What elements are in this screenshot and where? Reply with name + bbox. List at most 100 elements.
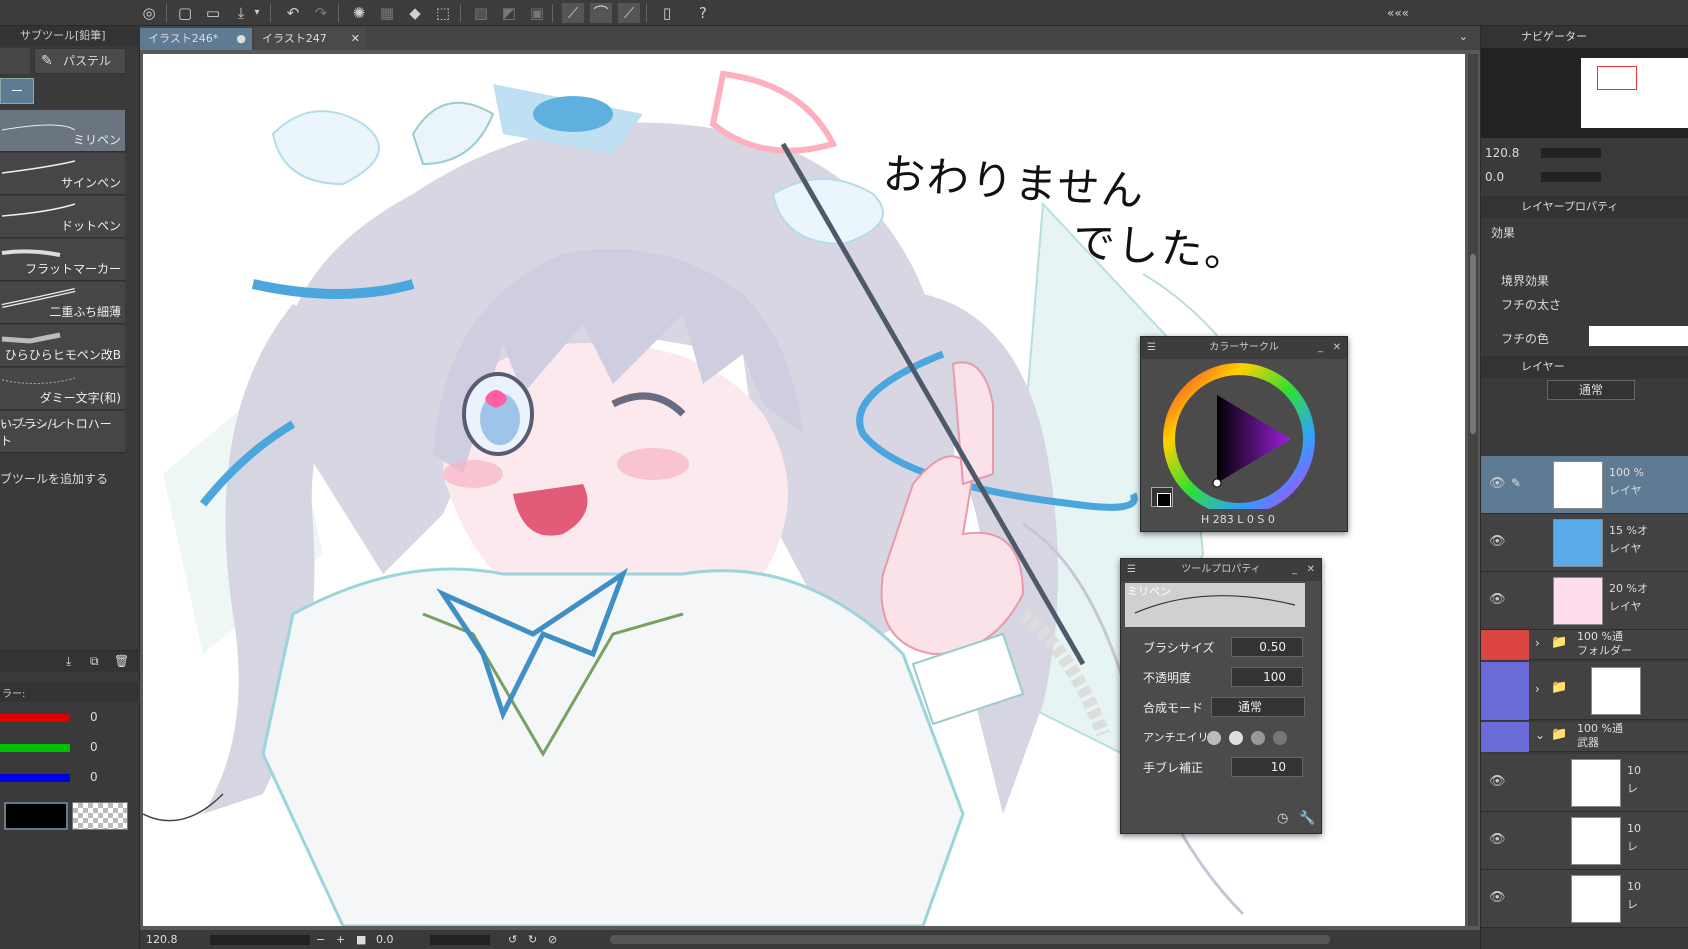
tab-pastel[interactable]: ✎ パステル: [34, 48, 126, 74]
pen-curve-icon[interactable]: ⌒: [590, 3, 612, 23]
blend-mode-select[interactable]: 通常: [1211, 697, 1305, 717]
stabilization-field[interactable]: 10: [1231, 757, 1303, 777]
tab-selected-group[interactable]: ー: [0, 78, 34, 104]
open-folder-icon[interactable]: ▭: [202, 3, 224, 23]
brush-dummy-text[interactable]: ダミー文字(和): [0, 368, 125, 410]
snap-grid-icon[interactable]: ▣: [526, 3, 548, 23]
clear-icon[interactable]: ▦: [376, 3, 398, 23]
trash-icon[interactable]: 🗑: [114, 654, 129, 668]
chevron-right-icon[interactable]: ›: [1535, 682, 1540, 696]
brush-size-field[interactable]: 0.50: [1231, 637, 1303, 657]
brush-milli-pen[interactable]: ミリペン: [0, 110, 125, 152]
reset-rotate-icon[interactable]: ⊘: [548, 930, 557, 949]
status-zoom[interactable]: 120.8: [146, 930, 178, 949]
redo-icon[interactable]: ↷: [310, 3, 332, 23]
angle-slider[interactable]: [430, 935, 490, 945]
transparent-swatch[interactable]: [72, 802, 128, 830]
chevron-down-icon[interactable]: ▾: [250, 3, 264, 23]
layer-blend-mode[interactable]: 通常: [1547, 380, 1635, 400]
eye-icon[interactable]: 👁: [1489, 534, 1506, 549]
layer-item-4[interactable]: 👁 10 レ: [1481, 754, 1688, 812]
opacity-field[interactable]: 100: [1231, 667, 1303, 687]
navigator-angle-slider[interactable]: [1541, 172, 1601, 182]
rotate-right-icon[interactable]: ↻: [528, 930, 537, 949]
blue-slider[interactable]: [0, 774, 70, 782]
layer-folder-1[interactable]: › 📁 100 %通 フォルダー: [1481, 630, 1688, 660]
red-slider[interactable]: [0, 714, 70, 722]
brush-retro-heart[interactable]: いブラシ/レトロハート: [0, 411, 125, 453]
minimize-icon[interactable]: _: [1292, 559, 1297, 581]
green-value[interactable]: 0: [90, 740, 98, 754]
layer-folder-2[interactable]: › 📁: [1481, 662, 1688, 720]
brush-ribbon-pen[interactable]: ひらひらヒモペン改B: [0, 325, 125, 367]
rotate-left-icon[interactable]: ↺: [508, 930, 517, 949]
new-file-icon[interactable]: ▢: [174, 3, 196, 23]
smartphone-icon[interactable]: ▯: [656, 3, 678, 23]
chevron-down-icon[interactable]: ⌄: [1459, 30, 1468, 43]
zoom-slider[interactable]: [210, 935, 310, 945]
close-icon[interactable]: ✕: [1333, 337, 1341, 359]
green-slider[interactable]: [0, 744, 70, 752]
red-value[interactable]: 0: [90, 710, 98, 724]
wrench-icon[interactable]: 🔧: [1299, 811, 1315, 826]
pen-tilt-icon[interactable]: ⟋: [618, 3, 640, 23]
border-color-swatch[interactable]: [1589, 326, 1688, 346]
transform-icon[interactable]: ⬚: [432, 3, 454, 23]
navigator-viewport[interactable]: [1597, 66, 1637, 90]
fill-icon[interactable]: ◆: [404, 3, 426, 23]
layer-item-5[interactable]: 👁 10 レ: [1481, 812, 1688, 870]
layer-folder-weapon[interactable]: ⌄ 📁 100 %通 武器: [1481, 722, 1688, 752]
collapse-left-icon[interactable]: «««: [1378, 3, 1418, 23]
chevron-down-icon[interactable]: ⌄: [1535, 728, 1545, 742]
brush-flat-marker[interactable]: フラットマーカー: [0, 239, 125, 281]
close-icon[interactable]: ✕: [1307, 559, 1315, 581]
snap-ruler-icon[interactable]: ▨: [470, 3, 492, 23]
pen-pressure-icon[interactable]: ⟋: [562, 3, 584, 23]
main-color-swatch[interactable]: [4, 802, 68, 830]
settings-icon[interactable]: ◷: [1277, 811, 1288, 826]
fit-icon[interactable]: ■: [356, 930, 366, 949]
add-subtool-link[interactable]: ブツールを追加する: [0, 470, 108, 487]
download-icon[interactable]: ⤓: [66, 654, 71, 669]
layer-item-2[interactable]: 👁 15 %オ レイヤ: [1481, 514, 1688, 572]
close-icon[interactable]: ✕: [351, 28, 360, 50]
layer-item-6[interactable]: 👁 10 レ: [1481, 870, 1688, 928]
chevron-right-icon[interactable]: ›: [1535, 636, 1540, 650]
copy-icon[interactable]: ⧉: [90, 654, 99, 669]
layer-thumb: [1591, 667, 1641, 715]
tab-illust-246[interactable]: イラスト246* ●: [140, 28, 252, 50]
eye-icon[interactable]: 👁: [1489, 832, 1506, 847]
zoom-in-icon[interactable]: +: [336, 930, 345, 949]
navigator-zoom-slider[interactable]: [1541, 148, 1601, 158]
menu-icon[interactable]: ☰: [1147, 337, 1156, 359]
eye-icon[interactable]: 👁: [1489, 890, 1506, 905]
blue-value[interactable]: 0: [90, 770, 98, 784]
navigator-zoom[interactable]: 120.8: [1485, 146, 1519, 160]
loading-icon[interactable]: ✺: [348, 3, 370, 23]
save-icon[interactable]: ⤓: [230, 3, 252, 23]
menu-icon[interactable]: ☰: [1127, 559, 1136, 581]
layer-item-1[interactable]: 👁 ✎ 100 % レイヤ: [1481, 456, 1688, 514]
eye-icon[interactable]: 👁: [1489, 592, 1506, 607]
navigator-preview[interactable]: [1481, 48, 1688, 138]
clip-logo-icon[interactable]: ◎: [138, 3, 160, 23]
status-angle[interactable]: 0.0: [376, 930, 394, 949]
navigator-angle[interactable]: 0.0: [1485, 170, 1504, 184]
main-color-mini[interactable]: [1157, 493, 1171, 507]
tab-illust-247[interactable]: イラスト247 ✕: [254, 28, 366, 50]
brush-dot-pen[interactable]: ドットペン: [0, 196, 125, 238]
layer-thumb: [1571, 759, 1621, 807]
help-icon[interactable]: ?: [692, 3, 714, 23]
brush-double-edge[interactable]: 二重ふち細薄: [0, 282, 125, 324]
layer-item-3[interactable]: 👁 20 %オ レイヤ: [1481, 572, 1688, 630]
vertical-scrollbar[interactable]: [1468, 54, 1478, 926]
eye-icon[interactable]: 👁: [1489, 476, 1506, 491]
undo-icon[interactable]: ↶: [282, 3, 304, 23]
brush-sign-pen[interactable]: サインペン: [0, 153, 125, 195]
minimize-icon[interactable]: _: [1318, 337, 1323, 359]
antialias-options[interactable]: [1205, 729, 1305, 749]
zoom-out-icon[interactable]: −: [316, 930, 325, 949]
horizontal-scrollbar[interactable]: [610, 935, 1330, 944]
snap-special-icon[interactable]: ◩: [498, 3, 520, 23]
eye-icon[interactable]: 👁: [1489, 774, 1506, 789]
